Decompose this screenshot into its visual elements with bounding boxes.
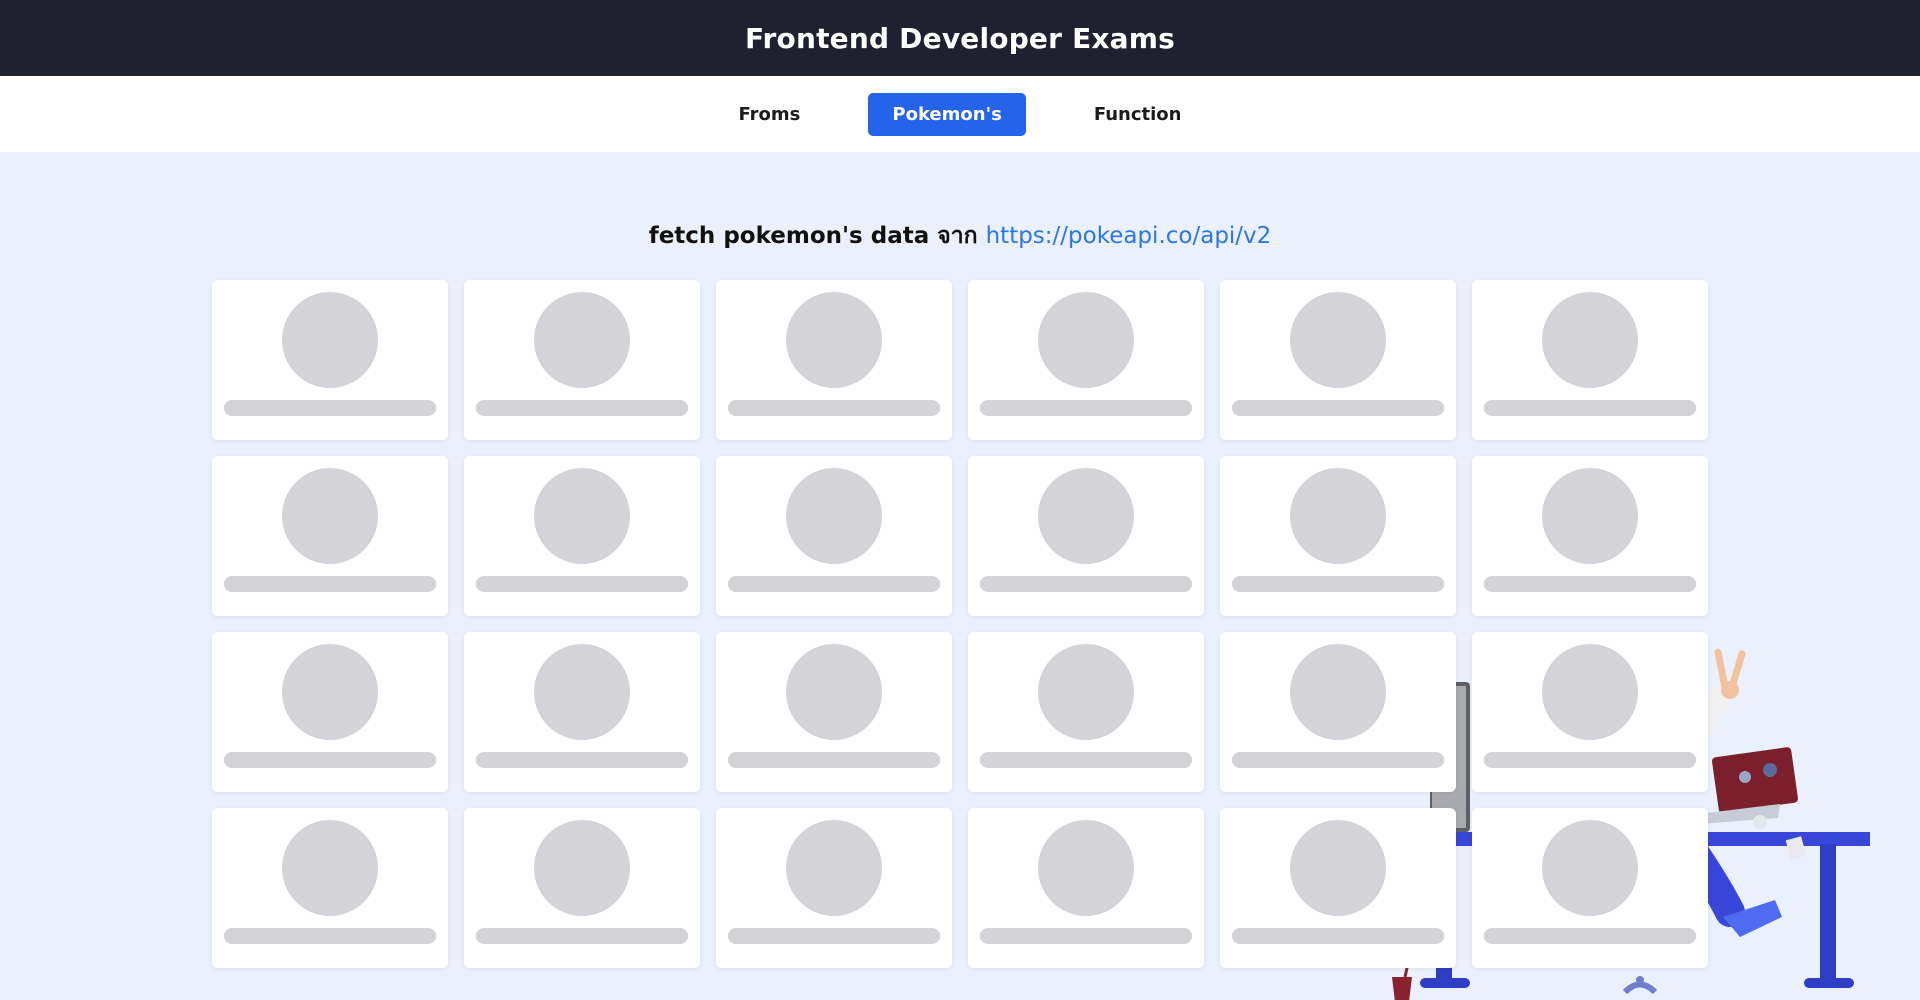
- name-placeholder: [1484, 752, 1696, 768]
- name-placeholder: [1232, 752, 1444, 768]
- pokemon-card-skeleton[interactable]: [464, 456, 700, 616]
- image-placeholder: [1290, 644, 1386, 740]
- tab-bar: Froms Pokemon's Function: [0, 76, 1920, 152]
- image-placeholder: [534, 644, 630, 740]
- image-placeholder: [1038, 820, 1134, 916]
- image-placeholder: [282, 644, 378, 740]
- pokemon-card-skeleton[interactable]: [1472, 280, 1708, 440]
- name-placeholder: [980, 752, 1192, 768]
- section-heading: fetch pokemon's data จาก https://pokeapi…: [0, 218, 1920, 254]
- pokemon-card-skeleton[interactable]: [1220, 808, 1456, 968]
- image-placeholder: [1542, 644, 1638, 740]
- pokemon-card-skeleton[interactable]: [212, 456, 448, 616]
- pokemon-card-skeleton[interactable]: [968, 808, 1204, 968]
- name-placeholder: [224, 576, 436, 592]
- pokemon-card-skeleton[interactable]: [212, 632, 448, 792]
- name-placeholder: [224, 928, 436, 944]
- image-placeholder: [1542, 468, 1638, 564]
- page-title: Frontend Developer Exams: [744, 21, 1176, 55]
- pokemon-card-skeleton[interactable]: [1220, 632, 1456, 792]
- name-placeholder: [980, 576, 1192, 592]
- name-placeholder: [476, 752, 688, 768]
- name-placeholder: [728, 928, 940, 944]
- name-placeholder: [1232, 576, 1444, 592]
- heading-text: fetch pokemon's data จาก: [648, 223, 978, 249]
- image-placeholder: [282, 820, 378, 916]
- image-placeholder: [1038, 468, 1134, 564]
- image-placeholder: [1290, 292, 1386, 388]
- pokemon-grid: [212, 280, 1708, 968]
- name-placeholder: [224, 400, 436, 416]
- name-placeholder: [1484, 576, 1696, 592]
- tab-pokemons[interactable]: Pokemon's: [868, 92, 1026, 136]
- pokemon-card-skeleton[interactable]: [968, 632, 1204, 792]
- pokemon-card-skeleton[interactable]: [1472, 808, 1708, 968]
- pokemon-card-skeleton[interactable]: [464, 632, 700, 792]
- pokemon-card-skeleton[interactable]: [968, 280, 1204, 440]
- pokemon-card-skeleton[interactable]: [716, 456, 952, 616]
- image-placeholder: [1542, 820, 1638, 916]
- name-placeholder: [980, 928, 1192, 944]
- image-placeholder: [534, 468, 630, 564]
- pokemon-card-skeleton[interactable]: [212, 280, 448, 440]
- name-placeholder: [224, 752, 436, 768]
- pokemon-content: fetch pokemon's data จาก https://pokeapi…: [0, 152, 1920, 1000]
- pokemon-card-skeleton[interactable]: [1472, 632, 1708, 792]
- pokemon-card-skeleton[interactable]: [1220, 280, 1456, 440]
- image-placeholder: [282, 292, 378, 388]
- name-placeholder: [728, 752, 940, 768]
- pokeapi-link[interactable]: https://pokeapi.co/api/v2: [986, 223, 1272, 249]
- pokemon-card-skeleton[interactable]: [464, 808, 700, 968]
- name-placeholder: [728, 400, 940, 416]
- image-placeholder: [1542, 292, 1638, 388]
- pokemon-card-skeleton[interactable]: [716, 280, 952, 440]
- name-placeholder: [1232, 400, 1444, 416]
- pokemon-card-skeleton[interactable]: [1472, 456, 1708, 616]
- name-placeholder: [980, 400, 1192, 416]
- image-placeholder: [786, 644, 882, 740]
- app-header: Frontend Developer Exams: [0, 0, 1920, 76]
- image-placeholder: [1290, 820, 1386, 916]
- name-placeholder: [728, 576, 940, 592]
- image-placeholder: [1290, 468, 1386, 564]
- pokemon-card-skeleton[interactable]: [464, 280, 700, 440]
- image-placeholder: [1038, 644, 1134, 740]
- image-placeholder: [786, 820, 882, 916]
- pokemon-card-skeleton[interactable]: [716, 632, 952, 792]
- pokemon-card-skeleton[interactable]: [1220, 456, 1456, 616]
- name-placeholder: [1484, 928, 1696, 944]
- name-placeholder: [476, 400, 688, 416]
- image-placeholder: [786, 292, 882, 388]
- name-placeholder: [476, 928, 688, 944]
- image-placeholder: [1038, 292, 1134, 388]
- image-placeholder: [534, 820, 630, 916]
- tab-function[interactable]: Function: [1070, 93, 1206, 136]
- pokemon-card-skeleton[interactable]: [968, 456, 1204, 616]
- pokemon-card-skeleton[interactable]: [716, 808, 952, 968]
- name-placeholder: [1484, 400, 1696, 416]
- name-placeholder: [476, 576, 688, 592]
- image-placeholder: [786, 468, 882, 564]
- name-placeholder: [1232, 928, 1444, 944]
- image-placeholder: [534, 292, 630, 388]
- pokemon-card-skeleton[interactable]: [212, 808, 448, 968]
- tab-froms[interactable]: Froms: [715, 93, 825, 136]
- image-placeholder: [282, 468, 378, 564]
